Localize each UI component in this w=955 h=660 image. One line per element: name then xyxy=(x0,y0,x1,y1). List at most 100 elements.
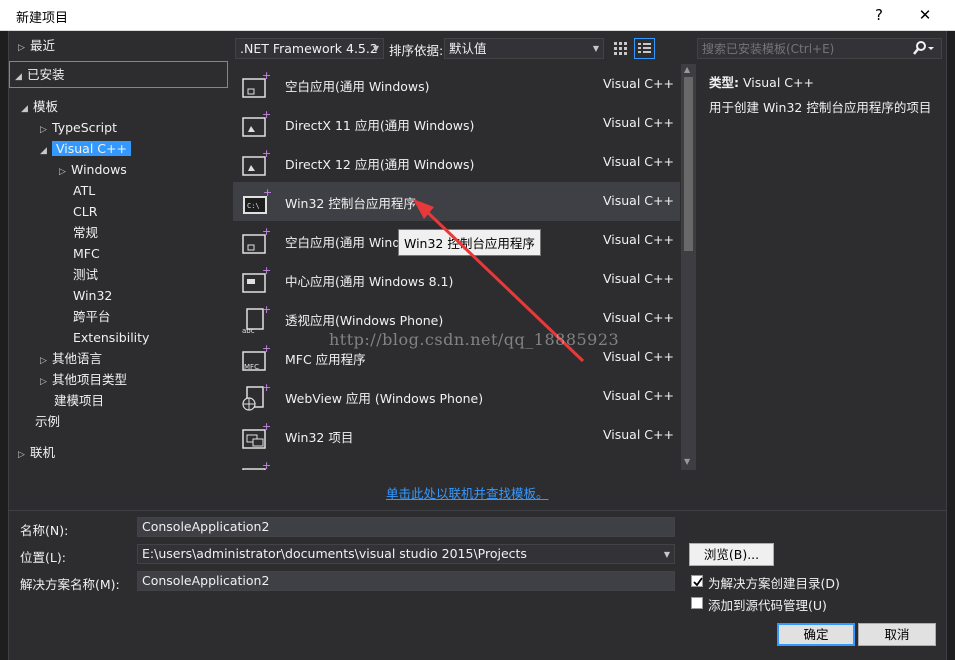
directx-app-icon: ++ xyxy=(242,149,271,176)
scrollbar-thumb[interactable] xyxy=(684,77,693,251)
svg-text:++: ++ xyxy=(262,383,271,394)
tree-item-label: TypeScript xyxy=(52,120,117,135)
list-view-button[interactable] xyxy=(634,38,655,59)
tree-item-label: 最近 xyxy=(30,38,56,53)
template-language: Visual C++ xyxy=(603,310,674,325)
template-language: Visual C++ xyxy=(603,232,674,247)
tree-item-label: 联机 xyxy=(30,445,56,460)
help-button[interactable]: ? xyxy=(856,0,902,31)
tree-item-cross-platform[interactable]: 跨平台 xyxy=(73,306,111,327)
template-row[interactable]: ++ Win32 项目 Visual C++ xyxy=(233,416,680,455)
background-window-edge-right xyxy=(947,31,955,660)
tree-item-online[interactable]: ▷ 联机 xyxy=(18,442,55,463)
create-directory-label[interactable]: 为解决方案创建目录(D) xyxy=(708,573,840,592)
framework-value: .NET Framework 4.5.2 xyxy=(240,41,378,56)
tree-item-label: 其他语言 xyxy=(52,351,103,366)
svg-text:++: ++ xyxy=(262,461,271,470)
template-row[interactable]: ++ xyxy=(233,455,680,470)
expand-arrow-icon[interactable]: ▷ xyxy=(18,38,30,59)
window-title: 新建项目 xyxy=(16,11,69,26)
template-language: Visual C++ xyxy=(603,271,674,286)
description-panel: 类型: Visual C++ 用于创建 Win32 控制台应用程序的项目 xyxy=(697,64,942,470)
template-list-scrollbar[interactable]: ▲ ▼ xyxy=(681,64,696,470)
list-view-icon xyxy=(638,43,651,53)
chevron-down-icon[interactable]: ▼ xyxy=(664,546,670,563)
tree-item-win32[interactable]: Win32 xyxy=(73,285,112,306)
location-field[interactable]: E:\users\administrator\documents\visual … xyxy=(137,544,675,564)
tree-item-mfc[interactable]: MFC xyxy=(73,243,100,264)
tree-item-extensibility[interactable]: Extensibility xyxy=(73,327,149,348)
collapse-arrow-icon[interactable]: ◢ xyxy=(40,141,52,162)
browse-button[interactable]: 浏览(B)... xyxy=(689,543,774,566)
hub-app-icon: ++ xyxy=(242,266,271,293)
svg-text:++: ++ xyxy=(262,71,271,82)
tree-item-atl[interactable]: ATL xyxy=(73,180,95,201)
scroll-up-icon[interactable]: ▲ xyxy=(684,65,690,74)
solution-name-label: 解决方案名称(M): xyxy=(20,577,120,592)
template-language: Visual C++ xyxy=(603,76,674,91)
location-value: E:\users\administrator\documents\visual … xyxy=(142,546,527,561)
find-online-templates-link[interactable]: 单击此处以联机并查找模板。 xyxy=(386,483,549,502)
tree-item-windows[interactable]: ▷ Windows xyxy=(59,159,127,180)
tree-item-general[interactable]: 常规 xyxy=(73,222,98,243)
add-source-control-checkbox[interactable] xyxy=(691,597,703,609)
template-language: Visual C++ xyxy=(603,349,674,364)
svg-text:++: ++ xyxy=(262,266,271,277)
mfc-app-icon: ++MFC xyxy=(242,344,271,371)
tree-item-label: 已安装 xyxy=(27,67,65,82)
tree-item-visual-cpp[interactable]: ◢ Visual C++ xyxy=(40,138,131,159)
expand-arrow-icon[interactable]: ▷ xyxy=(59,162,71,183)
close-button[interactable]: ✕ xyxy=(902,0,948,31)
template-row[interactable]: ++ 空白应用(通用 Windows) Visual C++ xyxy=(233,65,680,104)
framework-select[interactable]: .NET Framework 4.5.2 ▼ xyxy=(235,38,384,59)
svg-text:++: ++ xyxy=(262,344,271,355)
partial-item-icon: ++ xyxy=(242,461,271,470)
blank-app-icon: ++ xyxy=(242,71,271,98)
win32-project-icon: ++ xyxy=(242,422,271,449)
template-row[interactable]: ++ DirectX 12 应用(通用 Windows) Visual C++ xyxy=(233,143,680,182)
console-app-icon: C:\++ xyxy=(243,188,271,214)
background-window-edge xyxy=(0,31,8,660)
collapse-arrow-icon[interactable]: ◢ xyxy=(15,65,27,90)
solution-name-field[interactable]: ConsoleApplication2 xyxy=(137,571,675,591)
search-box[interactable] xyxy=(697,38,942,59)
tree-item-installed[interactable]: ◢ 已安装 xyxy=(9,61,228,88)
grid-view-icon xyxy=(614,42,627,55)
template-row[interactable]: ++ DirectX 11 应用(通用 Windows) Visual C++ xyxy=(233,104,680,143)
template-row[interactable]: ++ WebView 应用 (Windows Phone) Visual C++ xyxy=(233,377,680,416)
search-input[interactable] xyxy=(702,40,907,57)
scroll-down-icon[interactable]: ▼ xyxy=(684,457,690,466)
tree-item-samples[interactable]: 示例 xyxy=(35,411,60,432)
expand-arrow-icon[interactable]: ▷ xyxy=(18,445,30,466)
tree-item-test[interactable]: 测试 xyxy=(73,264,98,285)
name-label: 名称(N): xyxy=(20,523,69,538)
expand-arrow-icon[interactable]: ▷ xyxy=(40,372,52,393)
svg-text:C:\: C:\ xyxy=(247,202,260,210)
template-language: Visual C++ xyxy=(603,193,674,208)
sort-label: 排序依据: xyxy=(389,43,444,58)
grid-view-button[interactable] xyxy=(610,38,631,59)
blank-app-icon: ++ xyxy=(242,227,271,254)
tree-item-modeling-projects[interactable]: 建模项目 xyxy=(54,390,104,411)
name-field[interactable]: ConsoleApplication2 xyxy=(137,517,675,537)
chevron-down-icon: ▼ xyxy=(592,44,599,53)
description-text: 用于创建 Win32 控制台应用程序的项目 xyxy=(709,100,932,115)
add-source-control-label[interactable]: 添加到源代码管理(U) xyxy=(708,595,827,614)
template-language: Visual C++ xyxy=(603,115,674,130)
tree-item-clr[interactable]: CLR xyxy=(73,201,97,222)
tree-item-other-languages[interactable]: ▷ 其他语言 xyxy=(40,348,102,369)
template-name: 空白应用(通用 Windows) xyxy=(285,79,430,94)
svg-text:++: ++ xyxy=(262,305,271,316)
create-directory-checkbox[interactable] xyxy=(691,575,703,587)
cancel-button[interactable]: 取消 xyxy=(858,623,936,646)
tree-item-other-project-types[interactable]: ▷ 其他项目类型 xyxy=(40,369,127,390)
sort-select[interactable]: 默认值 ▼ xyxy=(444,38,604,59)
search-icon[interactable] xyxy=(913,40,935,60)
checkmark-icon xyxy=(693,577,703,587)
ok-button[interactable]: 确定 xyxy=(777,623,855,646)
collapse-arrow-icon[interactable]: ◢ xyxy=(21,99,33,120)
tree-item-typescript[interactable]: ▷ TypeScript xyxy=(40,117,117,138)
tree-item-templates[interactable]: ◢ 模板 xyxy=(21,96,58,117)
tree-item-recent[interactable]: ▷ 最近 xyxy=(18,35,55,56)
svg-text:++: ++ xyxy=(262,227,271,238)
